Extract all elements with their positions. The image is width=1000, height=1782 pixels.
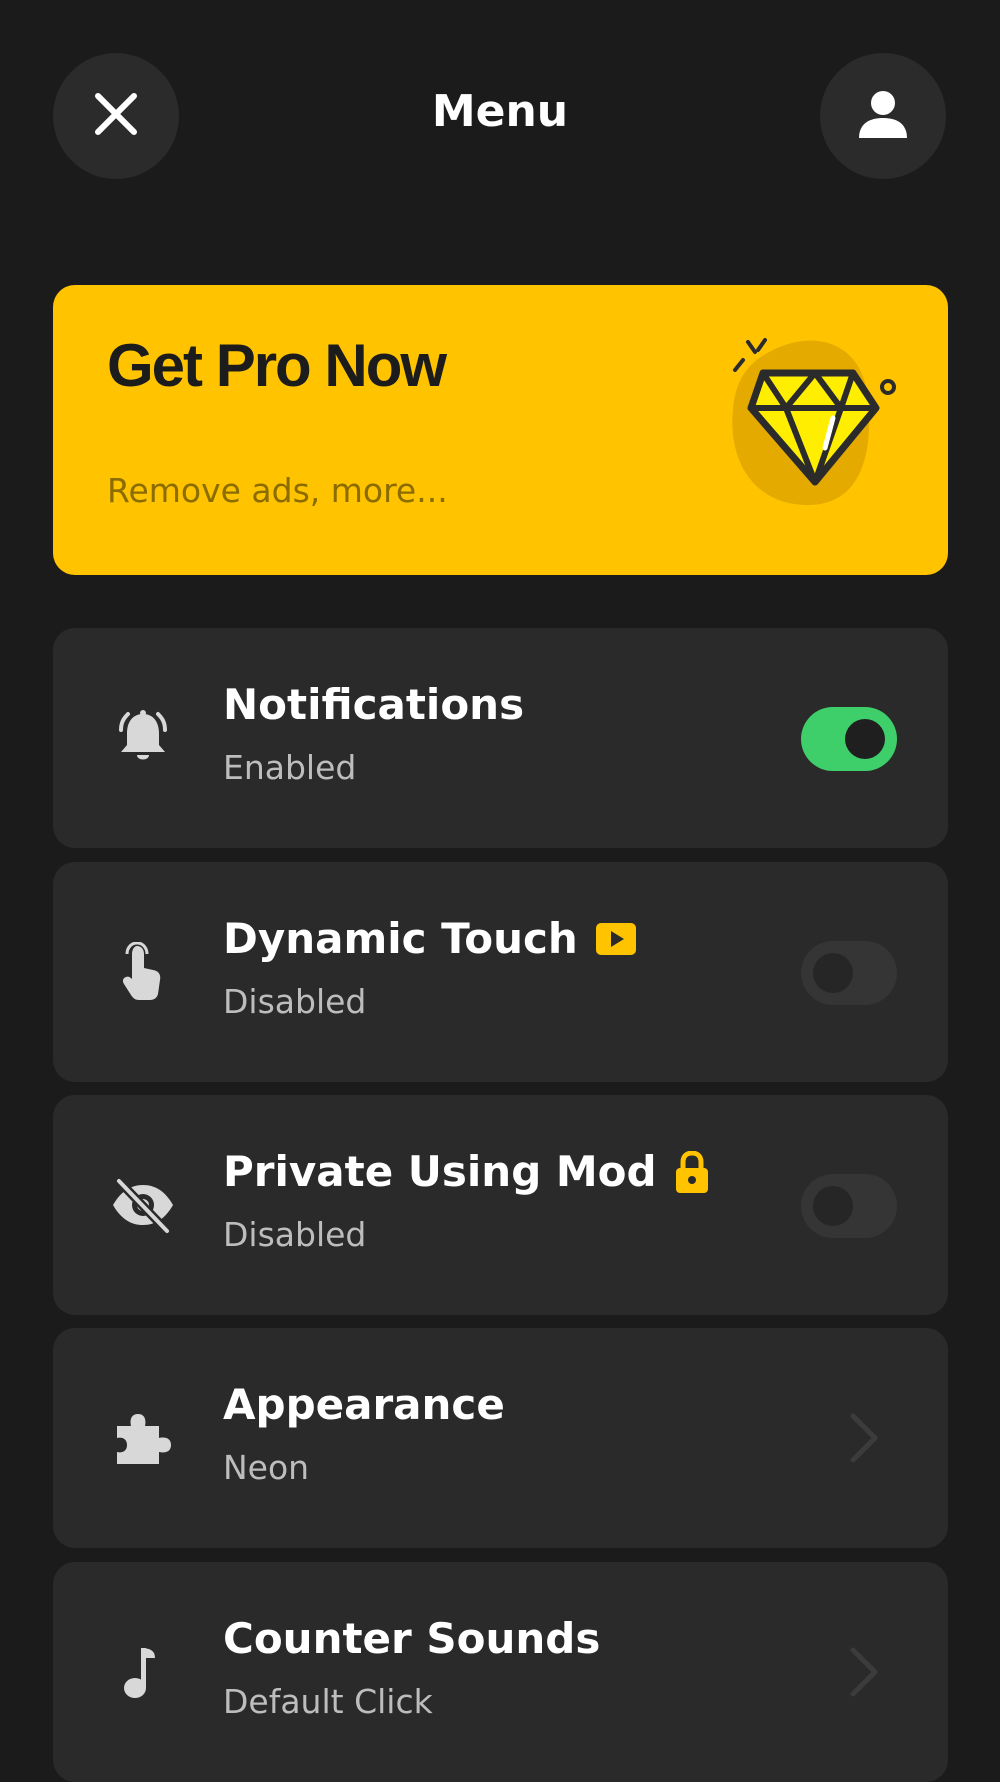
promo-title: Get Pro Now	[107, 332, 447, 399]
appearance-title: Appearance	[223, 1380, 505, 1429]
counter-sounds-value: Default Click	[223, 1682, 433, 1721]
user-icon	[855, 86, 911, 146]
touch-icon	[103, 932, 183, 1012]
get-pro-banner[interactable]: Get Pro Now Remove ads, more...	[53, 285, 948, 575]
notifications-label: Notifications	[223, 680, 525, 729]
lock-icon	[675, 1150, 709, 1193]
dynamic-touch-title: Dynamic Touch	[223, 914, 636, 963]
music-note-icon	[103, 1632, 183, 1712]
notifications-toggle[interactable]	[801, 707, 897, 771]
private-using-mod-row[interactable]: Private Using Mod Disabled	[53, 1095, 948, 1315]
dynamic-touch-toggle[interactable]	[801, 941, 897, 1005]
counter-sounds-row[interactable]: Counter Sounds Default Click	[53, 1562, 948, 1782]
notifications-row[interactable]: Notifications Enabled	[53, 628, 948, 848]
video-icon	[595, 922, 636, 955]
promo-subtitle: Remove ads, more...	[107, 471, 448, 510]
appearance-row[interactable]: Appearance Neon	[53, 1328, 948, 1548]
notifications-title: Notifications	[223, 680, 524, 729]
private-using-mod-toggle[interactable]	[801, 1174, 897, 1238]
chevron-right-icon	[843, 1413, 883, 1463]
private-using-mod-label: Private Using Mod	[223, 1147, 657, 1196]
dynamic-touch-label: Dynamic Touch	[223, 914, 578, 963]
profile-button[interactable]	[820, 53, 946, 179]
diamond-icon	[713, 330, 913, 530]
chevron-right-icon	[843, 1647, 883, 1697]
notifications-status: Enabled	[223, 748, 357, 787]
bell-icon	[103, 698, 183, 778]
toggle-knob	[813, 1186, 853, 1226]
counter-sounds-title: Counter Sounds	[223, 1614, 600, 1663]
counter-sounds-label: Counter Sounds	[223, 1614, 601, 1663]
private-using-mod-title: Private Using Mod	[223, 1147, 709, 1196]
toggle-knob	[845, 719, 885, 759]
toggle-knob	[813, 953, 853, 993]
private-using-mod-status: Disabled	[223, 1215, 367, 1254]
puzzle-icon	[103, 1398, 183, 1478]
appearance-value: Neon	[223, 1448, 310, 1487]
appearance-label: Appearance	[223, 1380, 505, 1429]
header: Menu	[0, 0, 1000, 230]
dynamic-touch-row[interactable]: Dynamic Touch Disabled	[53, 862, 948, 1082]
dynamic-touch-status: Disabled	[223, 982, 367, 1021]
eye-off-icon	[103, 1165, 183, 1245]
